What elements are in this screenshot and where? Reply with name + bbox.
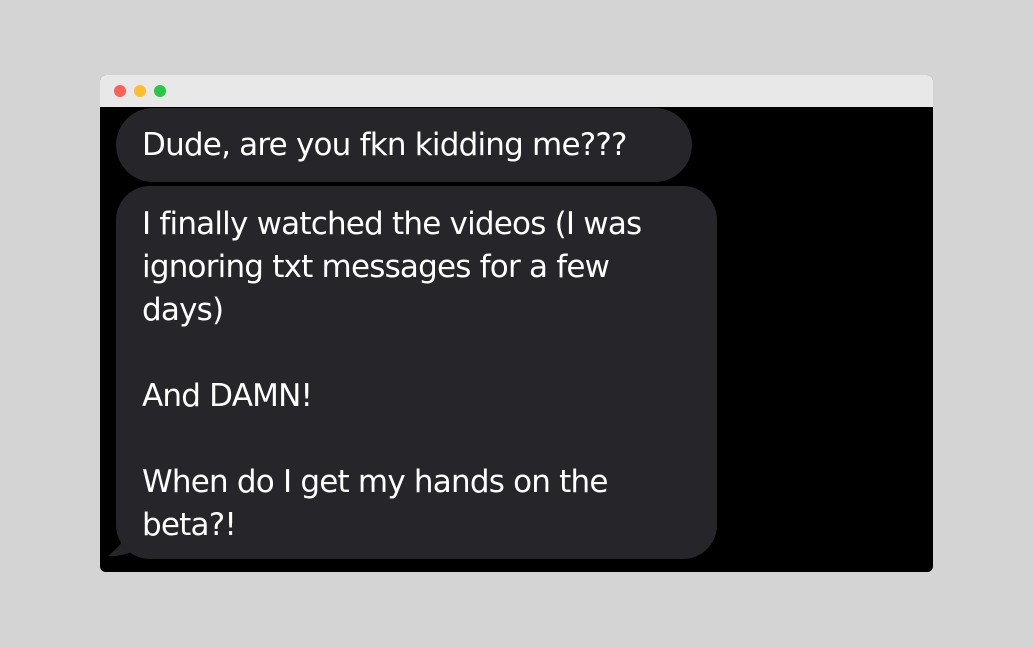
title-bar[interactable] [100,75,933,107]
message-bubble[interactable]: I finally watched the videos (I was igno… [116,186,717,559]
message-text: ignoring txt messages for a few [142,249,610,285]
minimize-window-button[interactable] [134,85,146,97]
message-text: Dude, are you fkn kidding me??? [142,127,627,163]
messages-window: Dude, are you fkn kidding me??? I finall… [100,75,933,572]
close-window-button[interactable] [114,85,126,97]
message-text: beta?! [142,507,237,543]
message-text: days) [142,292,224,328]
message-text: When do I get my hands on the [142,464,608,500]
message-text: I finally watched the videos (I was [142,206,642,242]
message-text: And DAMN! [142,378,313,414]
conversation-view[interactable]: Dude, are you fkn kidding me??? I finall… [100,107,933,572]
zoom-window-button[interactable] [154,85,166,97]
message-bubble[interactable]: Dude, are you fkn kidding me??? [116,108,692,182]
